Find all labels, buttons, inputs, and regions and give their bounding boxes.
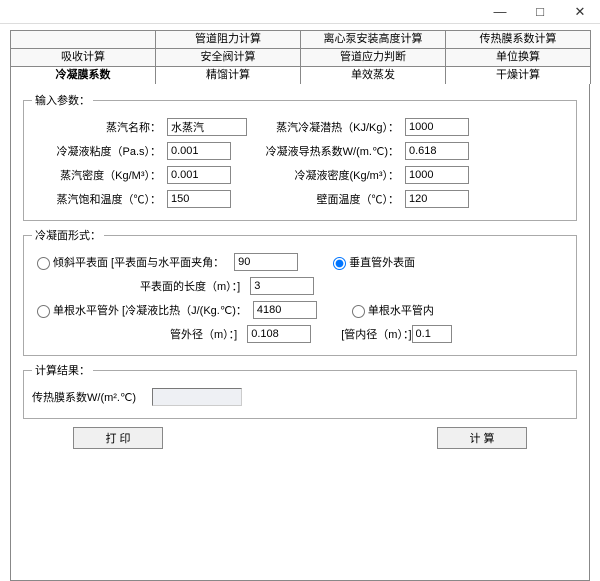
latent-input[interactable] (405, 118, 469, 136)
vertical-outer-label: 垂直管外表面 (349, 254, 415, 270)
length-input[interactable] (250, 277, 314, 295)
id-input[interactable] (412, 325, 452, 343)
tab-evaporation[interactable]: 单效蒸发 (300, 66, 446, 84)
liquid-density-label: 冷凝液密度(Kg/m³）： (265, 167, 405, 183)
steam-name-label: 蒸汽名称： (32, 119, 167, 135)
angle-input[interactable] (234, 253, 298, 271)
liquid-density-input[interactable] (405, 166, 469, 184)
viscosity-label: 冷凝液粘度（Pa.s）： (32, 143, 167, 159)
conductivity-label: 冷凝液导热系数W/(m.℃)： (265, 143, 405, 159)
result-group: 计算结果： 传热膜系数W/(m².℃) (23, 362, 577, 419)
radio-vertical-outer[interactable] (333, 257, 346, 270)
form-group: 冷凝面形式： 倾斜平表面 [平表面与水平面夹角： 垂直管外表面 平表面的长度（m… (23, 227, 577, 356)
viscosity-input[interactable] (167, 142, 231, 160)
length-label: 平表面的长度（m）：] (140, 278, 240, 294)
tab-drying[interactable]: 干燥计算 (445, 66, 591, 84)
print-button[interactable]: 打 印 (73, 427, 163, 449)
tab-unit-convert[interactable]: 单位换算 (445, 48, 591, 66)
tab-row-3: 冷凝膜系数 精馏计算 单效蒸发 干燥计算 (10, 66, 590, 84)
result-legend: 计算结果： (32, 362, 93, 378)
wall-temp-input[interactable] (405, 190, 469, 208)
od-label: 管外径（m）：] (170, 326, 237, 342)
radio-horiz-outer[interactable] (37, 305, 50, 318)
tab-pipe-resistance[interactable]: 管道阻力计算 (155, 30, 301, 48)
steam-name-input[interactable] (167, 118, 247, 136)
od-input[interactable] (247, 325, 311, 343)
input-legend: 输入参数： (32, 92, 93, 108)
conductivity-input[interactable] (405, 142, 469, 160)
radio-horiz-inner[interactable] (352, 305, 365, 318)
cp-input[interactable] (253, 301, 317, 319)
inclined-label: 倾斜平表面 [平表面与水平面夹角： (53, 254, 224, 270)
minimize-button[interactable]: — (480, 0, 520, 24)
tab-safety-valve[interactable]: 安全阀计算 (155, 48, 301, 66)
tab-absorption[interactable]: 吸收计算 (10, 48, 156, 66)
titlebar: — □ ✕ (0, 0, 600, 24)
sat-temp-input[interactable] (167, 190, 231, 208)
tab-distillation[interactable]: 精馏计算 (155, 66, 301, 84)
id-label: [管内径（m）：] (341, 326, 411, 342)
calc-button[interactable]: 计 算 (437, 427, 527, 449)
horiz-outer-label: 单根水平管外 [冷凝液比热（J/(Kg.℃)： (53, 302, 247, 318)
tab-row-2: 吸收计算 安全阀计算 管道应力判断 单位换算 (10, 48, 590, 66)
tab-pipe-stress[interactable]: 管道应力判断 (300, 48, 446, 66)
maximize-button[interactable]: □ (520, 0, 560, 24)
main-panel: 输入参数： 蒸汽名称： 蒸汽冷凝潜热（KJ/Kg）： 冷凝液粘度（Pa.s）： … (10, 83, 590, 581)
tab-film-coef[interactable]: 传热膜系数计算 (445, 30, 591, 48)
close-button[interactable]: ✕ (560, 0, 600, 24)
result-output (152, 388, 242, 406)
horiz-inner-label: 单根水平管内 (368, 302, 434, 318)
tab-empty[interactable] (10, 30, 156, 48)
radio-inclined[interactable] (37, 257, 50, 270)
tab-pump-height[interactable]: 离心泵安装高度计算 (300, 30, 446, 48)
wall-temp-label: 壁面温度（℃）： (265, 191, 405, 207)
vapor-density-input[interactable] (167, 166, 231, 184)
tab-condensation[interactable]: 冷凝膜系数 (10, 66, 156, 84)
result-label: 传热膜系数W/(m².℃) (32, 389, 152, 405)
sat-temp-label: 蒸汽饱和温度（℃）： (32, 191, 167, 207)
vapor-density-label: 蒸汽密度（Kg/M³）： (32, 167, 167, 183)
form-legend: 冷凝面形式： (32, 227, 104, 243)
latent-label: 蒸汽冷凝潜热（KJ/Kg）： (265, 119, 405, 135)
input-group: 输入参数： 蒸汽名称： 蒸汽冷凝潜热（KJ/Kg）： 冷凝液粘度（Pa.s）： … (23, 92, 577, 221)
tab-row-1: 管道阻力计算 离心泵安装高度计算 传热膜系数计算 (10, 30, 590, 48)
